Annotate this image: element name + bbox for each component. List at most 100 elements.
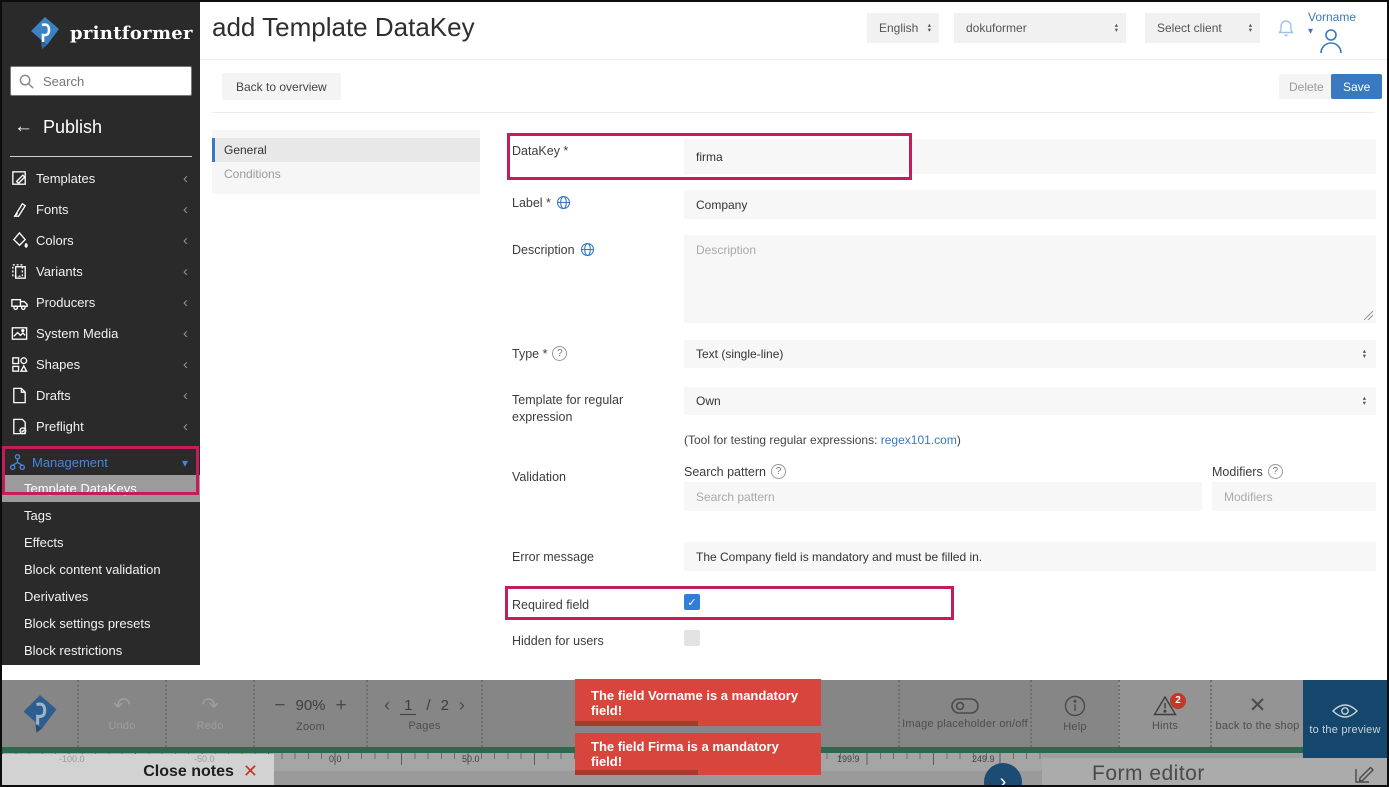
management-label: Management bbox=[32, 455, 108, 470]
logo[interactable]: printformer bbox=[2, 2, 200, 60]
prev-page-button[interactable]: ‹ bbox=[384, 695, 390, 716]
required-field-label: Required field bbox=[512, 598, 589, 612]
regex-hint: (Tool for testing regular expressions: r… bbox=[684, 433, 961, 447]
hidden-for-users-label: Hidden for users bbox=[512, 634, 604, 648]
close-icon: ✕ bbox=[1249, 696, 1267, 716]
hints-button[interactable]: 2 Hints bbox=[1118, 680, 1210, 747]
toast-vorname-mandatory: The field Vorname is a mandatory field! bbox=[575, 679, 821, 726]
zoom-in-button[interactable]: + bbox=[336, 695, 347, 717]
main-content: add Template DataKey English ▴▾ dokuform… bbox=[200, 2, 1387, 665]
project-select-value: dokuformer bbox=[966, 21, 1027, 35]
select-arrows-icon: ▴▾ bbox=[1115, 23, 1118, 33]
help-label: Help bbox=[1063, 721, 1086, 733]
tab-general[interactable]: General bbox=[212, 138, 480, 162]
ruler-label: -50.0 bbox=[192, 754, 215, 764]
ruler-label: 0.0 bbox=[327, 754, 342, 764]
sidebar-item-block-settings-presets[interactable]: Block settings presets bbox=[2, 610, 200, 637]
sidebar-item-fonts[interactable]: Fonts ‹ bbox=[2, 194, 200, 225]
regex-template-select[interactable]: Own ▴▾ bbox=[684, 387, 1376, 415]
hints-label: Hints bbox=[1152, 720, 1178, 732]
nav-label: Colors bbox=[36, 233, 74, 248]
modifiers-input[interactable] bbox=[1212, 482, 1376, 511]
delete-button[interactable]: Delete bbox=[1279, 74, 1334, 99]
language-select[interactable]: English ▴▾ bbox=[867, 13, 939, 43]
regex-template-select-value: Own bbox=[696, 394, 721, 408]
hidden-for-users-checkbox[interactable] bbox=[684, 630, 700, 646]
user-name: Vorname bbox=[1308, 10, 1356, 24]
chevron-left-icon: ‹ bbox=[183, 232, 188, 249]
close-notes-button[interactable]: Close notes ✕ bbox=[2, 754, 274, 787]
tab-conditions[interactable]: Conditions bbox=[212, 162, 480, 186]
modifiers-label-text: Modifiers bbox=[1212, 465, 1263, 479]
close-notes-label: Close notes bbox=[143, 763, 234, 781]
label-input[interactable] bbox=[684, 190, 1376, 219]
zoom-out-button[interactable]: − bbox=[274, 695, 285, 717]
user-menu[interactable]: Vorname ▾ bbox=[1308, 8, 1356, 54]
sidebar-item-derivatives[interactable]: Derivatives bbox=[2, 583, 200, 610]
sidebar-item-variants[interactable]: Variants ‹ bbox=[2, 256, 200, 287]
project-select[interactable]: dokuformer ▴▾ bbox=[954, 13, 1126, 43]
sidebar-item-management[interactable]: Management ▾ bbox=[2, 450, 200, 475]
sidebar-item-templates[interactable]: Templates ‹ bbox=[2, 163, 200, 194]
page-title: add Template DataKey bbox=[212, 12, 475, 43]
sidebar-item-preflight[interactable]: Preflight ‹ bbox=[2, 411, 200, 442]
search-pattern-label: Search pattern ? bbox=[684, 464, 786, 479]
nav-label: Variants bbox=[36, 264, 83, 279]
sidebar-item-shapes[interactable]: Shapes ‹ bbox=[2, 349, 200, 380]
current-page[interactable]: 1 bbox=[400, 697, 416, 715]
sidebar-search[interactable] bbox=[10, 66, 192, 96]
help-circle-icon[interactable]: ? bbox=[552, 346, 567, 361]
language-select-value: English bbox=[879, 21, 918, 35]
description-label: Description bbox=[512, 242, 595, 257]
to-preview-label: to the preview bbox=[1309, 724, 1380, 736]
datakey-input[interactable] bbox=[684, 139, 1376, 174]
sidebar: printformer ← Publish Templates ‹ Fonts … bbox=[2, 2, 200, 665]
sidebar-item-system-media[interactable]: System Media ‹ bbox=[2, 318, 200, 349]
total-pages: 2 bbox=[441, 697, 449, 714]
next-page-button[interactable]: › bbox=[459, 695, 465, 716]
to-preview-button[interactable]: to the preview bbox=[1303, 680, 1387, 758]
pages-label: Pages bbox=[408, 720, 440, 732]
sidebar-item-drafts[interactable]: Drafts ‹ bbox=[2, 380, 200, 411]
required-field-checkbox[interactable]: ✓ bbox=[684, 594, 700, 610]
chevron-left-icon: ‹ bbox=[183, 263, 188, 280]
toggle-icon bbox=[951, 698, 979, 714]
page-separator: / bbox=[426, 697, 430, 714]
help-circle-icon[interactable]: ? bbox=[1268, 464, 1283, 479]
subnav-label: Block content validation bbox=[24, 562, 161, 577]
type-label-text: Type * bbox=[512, 347, 547, 361]
error-message-input[interactable] bbox=[684, 542, 1376, 571]
sidebar-item-effects[interactable]: Effects bbox=[2, 529, 200, 556]
back-to-shop-button[interactable]: ✕ back to the shop bbox=[1210, 680, 1303, 747]
sidebar-item-producers[interactable]: Producers ‹ bbox=[2, 287, 200, 318]
undo-button[interactable]: ↶ Undo bbox=[77, 680, 165, 747]
editor-logo[interactable] bbox=[2, 680, 77, 747]
notifications-button[interactable] bbox=[1278, 19, 1294, 42]
redo-button[interactable]: ↷ Redo bbox=[165, 680, 253, 747]
sidebar-item-template-datakeys[interactable]: Template DataKeys bbox=[2, 475, 200, 502]
image-placeholder-toggle[interactable]: Image placeholder on/off bbox=[898, 680, 1030, 747]
close-icon: ✕ bbox=[243, 761, 258, 782]
undo-icon: ↶ bbox=[113, 696, 131, 716]
back-to-shop-label: back to the shop bbox=[1216, 720, 1300, 732]
publish-back-link[interactable]: ← Publish bbox=[2, 96, 200, 138]
edit-icon[interactable] bbox=[1353, 763, 1375, 785]
type-select[interactable]: Text (single-line) ▴▾ bbox=[684, 340, 1376, 368]
search-pattern-input[interactable] bbox=[684, 482, 1202, 511]
sidebar-item-block-restrictions[interactable]: Block restrictions bbox=[2, 637, 200, 664]
save-button[interactable]: Save bbox=[1331, 74, 1382, 99]
description-textarea[interactable] bbox=[684, 235, 1376, 323]
sidebar-item-tags[interactable]: Tags bbox=[2, 502, 200, 529]
help-button[interactable]: Help bbox=[1030, 680, 1118, 747]
sidebar-item-colors[interactable]: Colors ‹ bbox=[2, 225, 200, 256]
regex101-link[interactable]: regex101.com bbox=[881, 433, 957, 447]
help-circle-icon[interactable]: ? bbox=[771, 464, 786, 479]
search-input[interactable] bbox=[41, 73, 171, 90]
regex-hint-suffix: ) bbox=[957, 433, 961, 447]
sidebar-item-block-content-validation[interactable]: Block content validation bbox=[2, 556, 200, 583]
client-select-value: Select client bbox=[1157, 21, 1222, 35]
client-select[interactable]: Select client ▴▾ bbox=[1145, 13, 1260, 43]
modifiers-label: Modifiers ? bbox=[1212, 464, 1283, 479]
back-to-overview-button[interactable]: Back to overview bbox=[222, 73, 341, 100]
globe-icon bbox=[580, 242, 595, 257]
